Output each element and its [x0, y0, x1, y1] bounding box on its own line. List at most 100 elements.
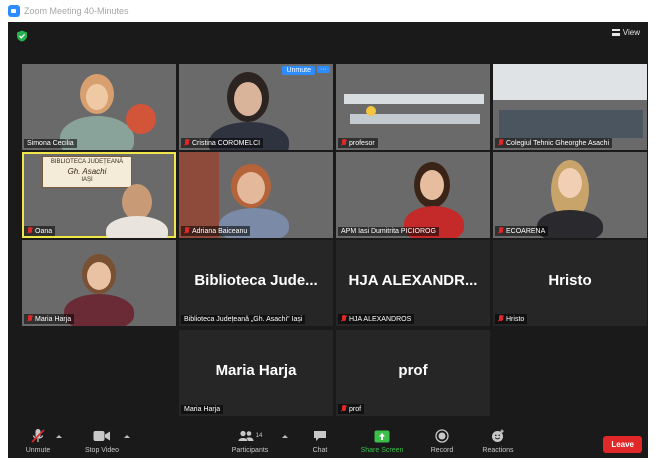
- participant-name-label: Maria Harja: [24, 314, 75, 324]
- participants-label: Participants: [231, 447, 269, 454]
- participant-display-name: Maria Harja: [215, 362, 297, 379]
- video-tile-maria-harja[interactable]: Maria Harja: [22, 240, 176, 326]
- participant-name-label: profesor: [338, 138, 378, 148]
- video-tile-oana[interactable]: BIBLIOTECA JUDEȚEANĂ Gh. Asachi IAȘI Oan…: [22, 152, 176, 238]
- tulips-decoration: [126, 104, 156, 134]
- mic-muted-icon: [498, 139, 504, 147]
- video-tile-adriana[interactable]: Adriana Baiceanu: [179, 152, 333, 238]
- stop-video-button[interactable]: Stop Video: [74, 428, 130, 454]
- participant-name: Simona Cecilia: [27, 140, 74, 147]
- library-sign-line: BIBLIOTECA JUDEȚEANĂ: [50, 159, 124, 165]
- participant-display-name: Hristo: [548, 272, 592, 289]
- participant-name: profesor: [349, 139, 375, 147]
- participant-face: [87, 262, 111, 290]
- participant-name-label: Biblioteca Județeană „Gh. Asachi" Iași: [181, 315, 306, 324]
- view-label: View: [622, 28, 640, 37]
- participant-name-label: Simona Cecilia: [24, 139, 77, 148]
- participant-display-name: Biblioteca Jude...: [194, 272, 318, 289]
- participant-name-label: ECOARENA: [495, 226, 549, 236]
- participant-name: HJA ALEXANDROS: [349, 315, 412, 323]
- participant-name: Biblioteca Județeană „Gh. Asachi" Iași: [184, 316, 303, 323]
- chat-bubble-icon: [313, 428, 327, 444]
- video-tile-biblioteca[interactable]: Biblioteca Jude... Biblioteca Județeană …: [179, 240, 333, 326]
- share-screen-button[interactable]: Share Screen: [354, 428, 410, 454]
- stop-video-label: Stop Video: [84, 447, 120, 454]
- participant-name: Adriana Baiceanu: [192, 227, 248, 235]
- classroom-audience: [499, 110, 643, 138]
- participants-button[interactable]: 14 Participants: [222, 428, 278, 454]
- library-sign-line: IAȘI: [81, 177, 93, 183]
- record-button[interactable]: Record: [414, 428, 470, 454]
- video-options-caret-icon[interactable]: [124, 435, 130, 438]
- video-tile-colegiul[interactable]: Colegiul Tehnic Gheorghe Asachi: [493, 64, 647, 150]
- participant-name-label: Adriana Baiceanu: [181, 226, 251, 236]
- video-tile-profesor[interactable]: profesor: [336, 64, 490, 150]
- mic-muted-icon: [341, 139, 347, 147]
- participant-name: Oana: [35, 227, 53, 235]
- mic-muted-icon: [31, 428, 45, 444]
- participant-face: [237, 172, 265, 204]
- participant-name: Cristina COROMELCI: [192, 139, 261, 147]
- share-screen-icon: [374, 428, 390, 444]
- mic-muted-icon: [498, 315, 504, 323]
- video-tile-cristina[interactable]: Unmute ··· Cristina COROMELCI: [179, 64, 333, 150]
- meeting-toolbar: Unmute Stop Video 14 Participants Chat S…: [8, 426, 648, 458]
- participant-name-label: Colegiul Tehnic Gheorghe Asachi: [495, 138, 612, 148]
- participants-icon: 14: [238, 428, 263, 444]
- mic-muted-icon: [341, 315, 347, 323]
- participant-body: [64, 294, 134, 326]
- video-tile-hristo[interactable]: Hristo Hristo: [493, 240, 647, 326]
- mic-muted-icon: [184, 139, 190, 147]
- participant-face: [558, 168, 582, 198]
- classroom-wall: [493, 64, 647, 100]
- record-label: Record: [430, 447, 454, 454]
- classroom-desks: [344, 94, 484, 104]
- library-sign-line: Gh. Asachi: [67, 167, 107, 176]
- participant-face: [122, 184, 152, 220]
- chat-label: Chat: [312, 447, 328, 454]
- leave-meeting-button[interactable]: Leave: [603, 436, 642, 453]
- participant-face: [234, 82, 262, 116]
- participant-name: Colegiul Tehnic Gheorghe Asachi: [506, 139, 609, 147]
- unmute-participant-button[interactable]: Unmute: [282, 66, 315, 75]
- chat-button[interactable]: Chat: [292, 428, 348, 454]
- participant-name-label: Oana: [24, 226, 56, 236]
- grid-view-icon: [611, 29, 620, 36]
- participant-name: Maria Harja: [184, 406, 221, 413]
- participant-name-label: Cristina COROMELCI: [181, 138, 264, 148]
- participant-face: [420, 170, 444, 200]
- video-tile-simona[interactable]: Simona Cecilia: [22, 64, 176, 150]
- mic-muted-icon: [184, 227, 190, 235]
- mic-muted-icon: [27, 315, 33, 323]
- library-sign: BIBLIOTECA JUDEȚEANĂ Gh. Asachi IAȘI: [42, 156, 132, 188]
- tile-more-options-button[interactable]: ···: [317, 66, 330, 73]
- participants-options-caret-icon[interactable]: [282, 435, 288, 438]
- participant-body: [106, 216, 168, 238]
- participant-name: ECOARENA: [506, 227, 546, 235]
- mic-muted-icon: [498, 227, 504, 235]
- reactions-button[interactable]: Reactions: [470, 428, 526, 454]
- unmute-button[interactable]: Unmute: [10, 428, 66, 454]
- participant-display-name: prof: [398, 362, 428, 379]
- meeting-window: View Simona Cecilia Unmute ··· Cristina …: [8, 22, 648, 458]
- video-camera-icon: [93, 428, 111, 444]
- participant-name-label: HJA ALEXANDROS: [338, 314, 415, 324]
- smiley-reaction-icon: [491, 428, 505, 444]
- audio-options-caret-icon[interactable]: [56, 435, 62, 438]
- participant-display-name: HJA ALEXANDR...: [348, 272, 478, 289]
- video-tile-apm-iasi[interactable]: APM Iasi Dumitrita PICIOROG: [336, 152, 490, 238]
- participant-name: APM Iasi Dumitrita PICIOROG: [341, 228, 436, 235]
- participants-count: 14: [255, 433, 263, 439]
- participant-name: Hristo: [506, 315, 525, 323]
- video-tile-ecoarena[interactable]: ECOARENA: [493, 152, 647, 238]
- participant-name-label: Hristo: [495, 314, 528, 324]
- record-icon: [435, 428, 449, 444]
- video-tile-prof[interactable]: prof prof: [336, 330, 490, 416]
- video-tile-maria-harja-2[interactable]: Maria Harja Maria Harja: [179, 330, 333, 416]
- security-shield-icon[interactable]: [16, 30, 28, 42]
- mic-muted-icon: [341, 405, 347, 413]
- view-button[interactable]: View: [611, 28, 640, 37]
- share-screen-label: Share Screen: [360, 447, 404, 454]
- video-tile-hja-alexandros[interactable]: HJA ALEXANDR... HJA ALEXANDROS: [336, 240, 490, 326]
- participant-face: [86, 84, 108, 110]
